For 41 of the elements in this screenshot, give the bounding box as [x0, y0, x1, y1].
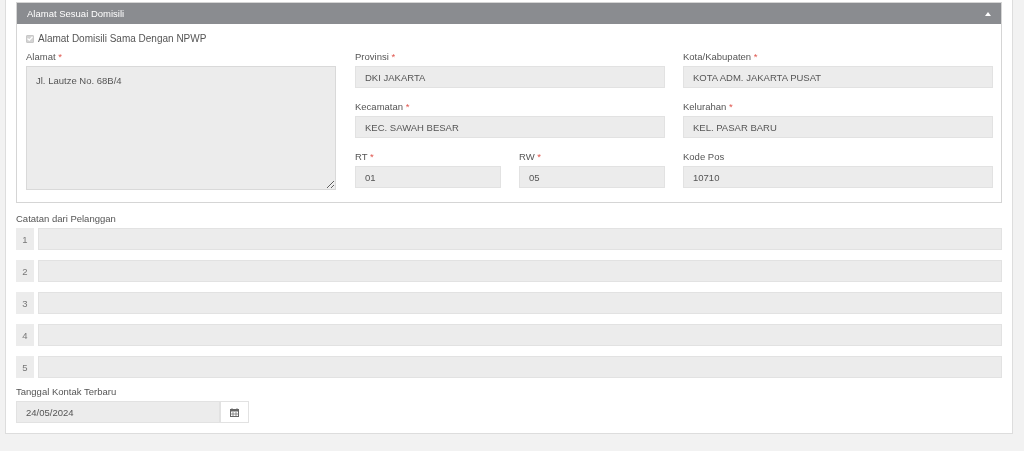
- caret-icon[interactable]: [985, 11, 991, 16]
- input-field[interactable]: KEC. SAWAH BESAR: [355, 116, 665, 138]
- input-field[interactable]: DKI JAKARTA: [355, 66, 665, 88]
- checkbox-label: Alamat Domisili Sama Dengan NPWP: [38, 33, 207, 44]
- field-label: RW *: [519, 150, 542, 164]
- input-field[interactable]: 05: [519, 166, 665, 188]
- panel-title: Alamat Sesuai Domisili: [27, 8, 125, 19]
- required-mark: *: [58, 51, 62, 62]
- row-number: 2: [16, 260, 34, 282]
- required-mark: *: [537, 151, 541, 162]
- note-field[interactable]: [37, 356, 1002, 378]
- note-field[interactable]: [37, 324, 1002, 346]
- date-field[interactable]: 24/05/2024: [16, 401, 220, 423]
- field-label: Kecamatan *: [355, 100, 411, 114]
- field-label: Kode Pos: [683, 150, 726, 164]
- note-field[interactable]: [37, 292, 1002, 314]
- input-field[interactable]: KOTA ADM. JAKARTA PUSAT: [683, 66, 993, 88]
- required-mark: *: [753, 51, 758, 62]
- required-mark: *: [405, 101, 410, 112]
- input-field[interactable]: 10710: [683, 166, 993, 188]
- field-label: Tanggal Kontak Terbaru: [16, 385, 118, 399]
- address-field[interactable]: Jl. Lautze No. 68B/4: [26, 66, 336, 190]
- required-mark: *: [728, 101, 733, 112]
- field-label: Alamat *: [26, 50, 63, 64]
- note-field[interactable]: [37, 260, 1002, 282]
- row-number: 1: [16, 228, 34, 250]
- required-mark: *: [391, 51, 396, 62]
- required-mark: *: [369, 151, 374, 162]
- input-field[interactable]: KEL. PASAR BARU: [683, 116, 993, 138]
- field-label: Catatan dari Pelanggan: [16, 212, 117, 226]
- field-label: Provinsi *: [355, 50, 397, 64]
- field-label: Kelurahan *: [683, 100, 734, 114]
- field-label: RT *: [355, 150, 375, 164]
- field-label: Kota/Kabupaten *: [683, 50, 759, 64]
- row-number: 4: [16, 324, 34, 346]
- row-number: 5: [16, 356, 34, 378]
- note-field[interactable]: [37, 228, 1002, 250]
- row-number: 3: [16, 292, 34, 314]
- input-field[interactable]: 01: [355, 166, 501, 188]
- calendar-button[interactable]: [220, 401, 249, 423]
- calendar-icon: [230, 407, 239, 417]
